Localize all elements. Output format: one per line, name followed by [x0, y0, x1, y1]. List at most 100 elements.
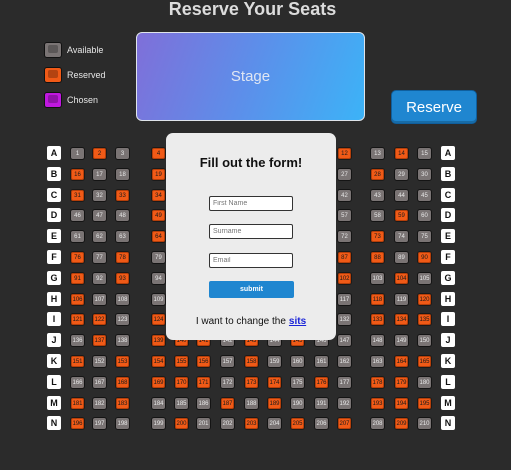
seat[interactable]: 196: [70, 417, 85, 430]
seat[interactable]: 57: [337, 209, 352, 222]
seat[interactable]: 164: [394, 355, 409, 368]
seat[interactable]: 109: [151, 293, 166, 306]
seat[interactable]: 102: [337, 272, 352, 285]
seat[interactable]: 29: [394, 168, 409, 181]
seat[interactable]: 79: [151, 251, 166, 264]
seat[interactable]: 63: [115, 230, 130, 243]
seat[interactable]: 75: [417, 230, 432, 243]
seat[interactable]: 30: [417, 168, 432, 181]
seat[interactable]: 64: [151, 230, 166, 243]
seat[interactable]: 192: [337, 397, 352, 410]
seat[interactable]: 105: [417, 272, 432, 285]
seat[interactable]: 181: [70, 397, 85, 410]
seat[interactable]: 61: [70, 230, 85, 243]
seat[interactable]: 169: [151, 376, 166, 389]
seat[interactable]: 62: [92, 230, 107, 243]
seat[interactable]: 90: [417, 251, 432, 264]
seat[interactable]: 49: [151, 209, 166, 222]
seat[interactable]: 187: [220, 397, 235, 410]
seat[interactable]: 119: [394, 293, 409, 306]
reserve-button[interactable]: Reserve: [391, 90, 477, 124]
seat[interactable]: 206: [314, 417, 329, 430]
seat[interactable]: 77: [92, 251, 107, 264]
seat[interactable]: 182: [92, 397, 107, 410]
seat[interactable]: 1: [70, 147, 85, 160]
seat[interactable]: 183: [115, 397, 130, 410]
seat[interactable]: 185: [174, 397, 189, 410]
seat[interactable]: 157: [220, 355, 235, 368]
seat[interactable]: 87: [337, 251, 352, 264]
seat[interactable]: 60: [417, 209, 432, 222]
seat[interactable]: 179: [394, 376, 409, 389]
seat[interactable]: 32: [92, 189, 107, 202]
seat[interactable]: 174: [267, 376, 282, 389]
seat[interactable]: 161: [314, 355, 329, 368]
seat[interactable]: 92: [92, 272, 107, 285]
seat[interactable]: 28: [370, 168, 385, 181]
seat[interactable]: 135: [417, 313, 432, 326]
seat[interactable]: 118: [370, 293, 385, 306]
seat[interactable]: 189: [267, 397, 282, 410]
seat[interactable]: 133: [370, 313, 385, 326]
seat[interactable]: 176: [314, 376, 329, 389]
seat[interactable]: 167: [92, 376, 107, 389]
seat[interactable]: 160: [290, 355, 305, 368]
seat[interactable]: 46: [70, 209, 85, 222]
seat[interactable]: 2: [92, 147, 107, 160]
seat[interactable]: 124: [151, 313, 166, 326]
seat[interactable]: 178: [370, 376, 385, 389]
seat[interactable]: 190: [290, 397, 305, 410]
seat[interactable]: 132: [337, 313, 352, 326]
seat[interactable]: 94: [151, 272, 166, 285]
seat[interactable]: 153: [115, 355, 130, 368]
seat[interactable]: 34: [151, 189, 166, 202]
seat[interactable]: 180: [417, 376, 432, 389]
seat[interactable]: 47: [92, 209, 107, 222]
seat[interactable]: 152: [92, 355, 107, 368]
seat[interactable]: 163: [370, 355, 385, 368]
seat[interactable]: 155: [174, 355, 189, 368]
seat[interactable]: 43: [370, 189, 385, 202]
seat[interactable]: 159: [267, 355, 282, 368]
seat[interactable]: 12: [337, 147, 352, 160]
seat[interactable]: 72: [337, 230, 352, 243]
seat[interactable]: 150: [417, 334, 432, 347]
seat[interactable]: 123: [115, 313, 130, 326]
seat[interactable]: 158: [244, 355, 259, 368]
seat[interactable]: 4: [151, 147, 166, 160]
seat[interactable]: 193: [370, 397, 385, 410]
surname-input[interactable]: [209, 224, 293, 239]
seat[interactable]: 202: [220, 417, 235, 430]
seat[interactable]: 27: [337, 168, 352, 181]
seat[interactable]: 138: [115, 334, 130, 347]
seat[interactable]: 17: [92, 168, 107, 181]
seat[interactable]: 207: [337, 417, 352, 430]
seat[interactable]: 137: [92, 334, 107, 347]
change-seats-link[interactable]: sits: [289, 316, 306, 327]
seat[interactable]: 147: [337, 334, 352, 347]
seat[interactable]: 117: [337, 293, 352, 306]
seat[interactable]: 59: [394, 209, 409, 222]
seat[interactable]: 139: [151, 334, 166, 347]
email-input[interactable]: [209, 253, 293, 268]
seat[interactable]: 122: [92, 313, 107, 326]
seat[interactable]: 197: [92, 417, 107, 430]
seat[interactable]: 208: [370, 417, 385, 430]
seat[interactable]: 13: [370, 147, 385, 160]
seat[interactable]: 15: [417, 147, 432, 160]
seat[interactable]: 120: [417, 293, 432, 306]
seat[interactable]: 3: [115, 147, 130, 160]
seat[interactable]: 89: [394, 251, 409, 264]
seat[interactable]: 33: [115, 189, 130, 202]
seat[interactable]: 106: [70, 293, 85, 306]
seat[interactable]: 201: [196, 417, 211, 430]
seat[interactable]: 149: [394, 334, 409, 347]
seat[interactable]: 121: [70, 313, 85, 326]
seat[interactable]: 18: [115, 168, 130, 181]
seat[interactable]: 58: [370, 209, 385, 222]
seat[interactable]: 74: [394, 230, 409, 243]
seat[interactable]: 103: [370, 272, 385, 285]
seat[interactable]: 165: [417, 355, 432, 368]
seat[interactable]: 42: [337, 189, 352, 202]
seat[interactable]: 31: [70, 189, 85, 202]
